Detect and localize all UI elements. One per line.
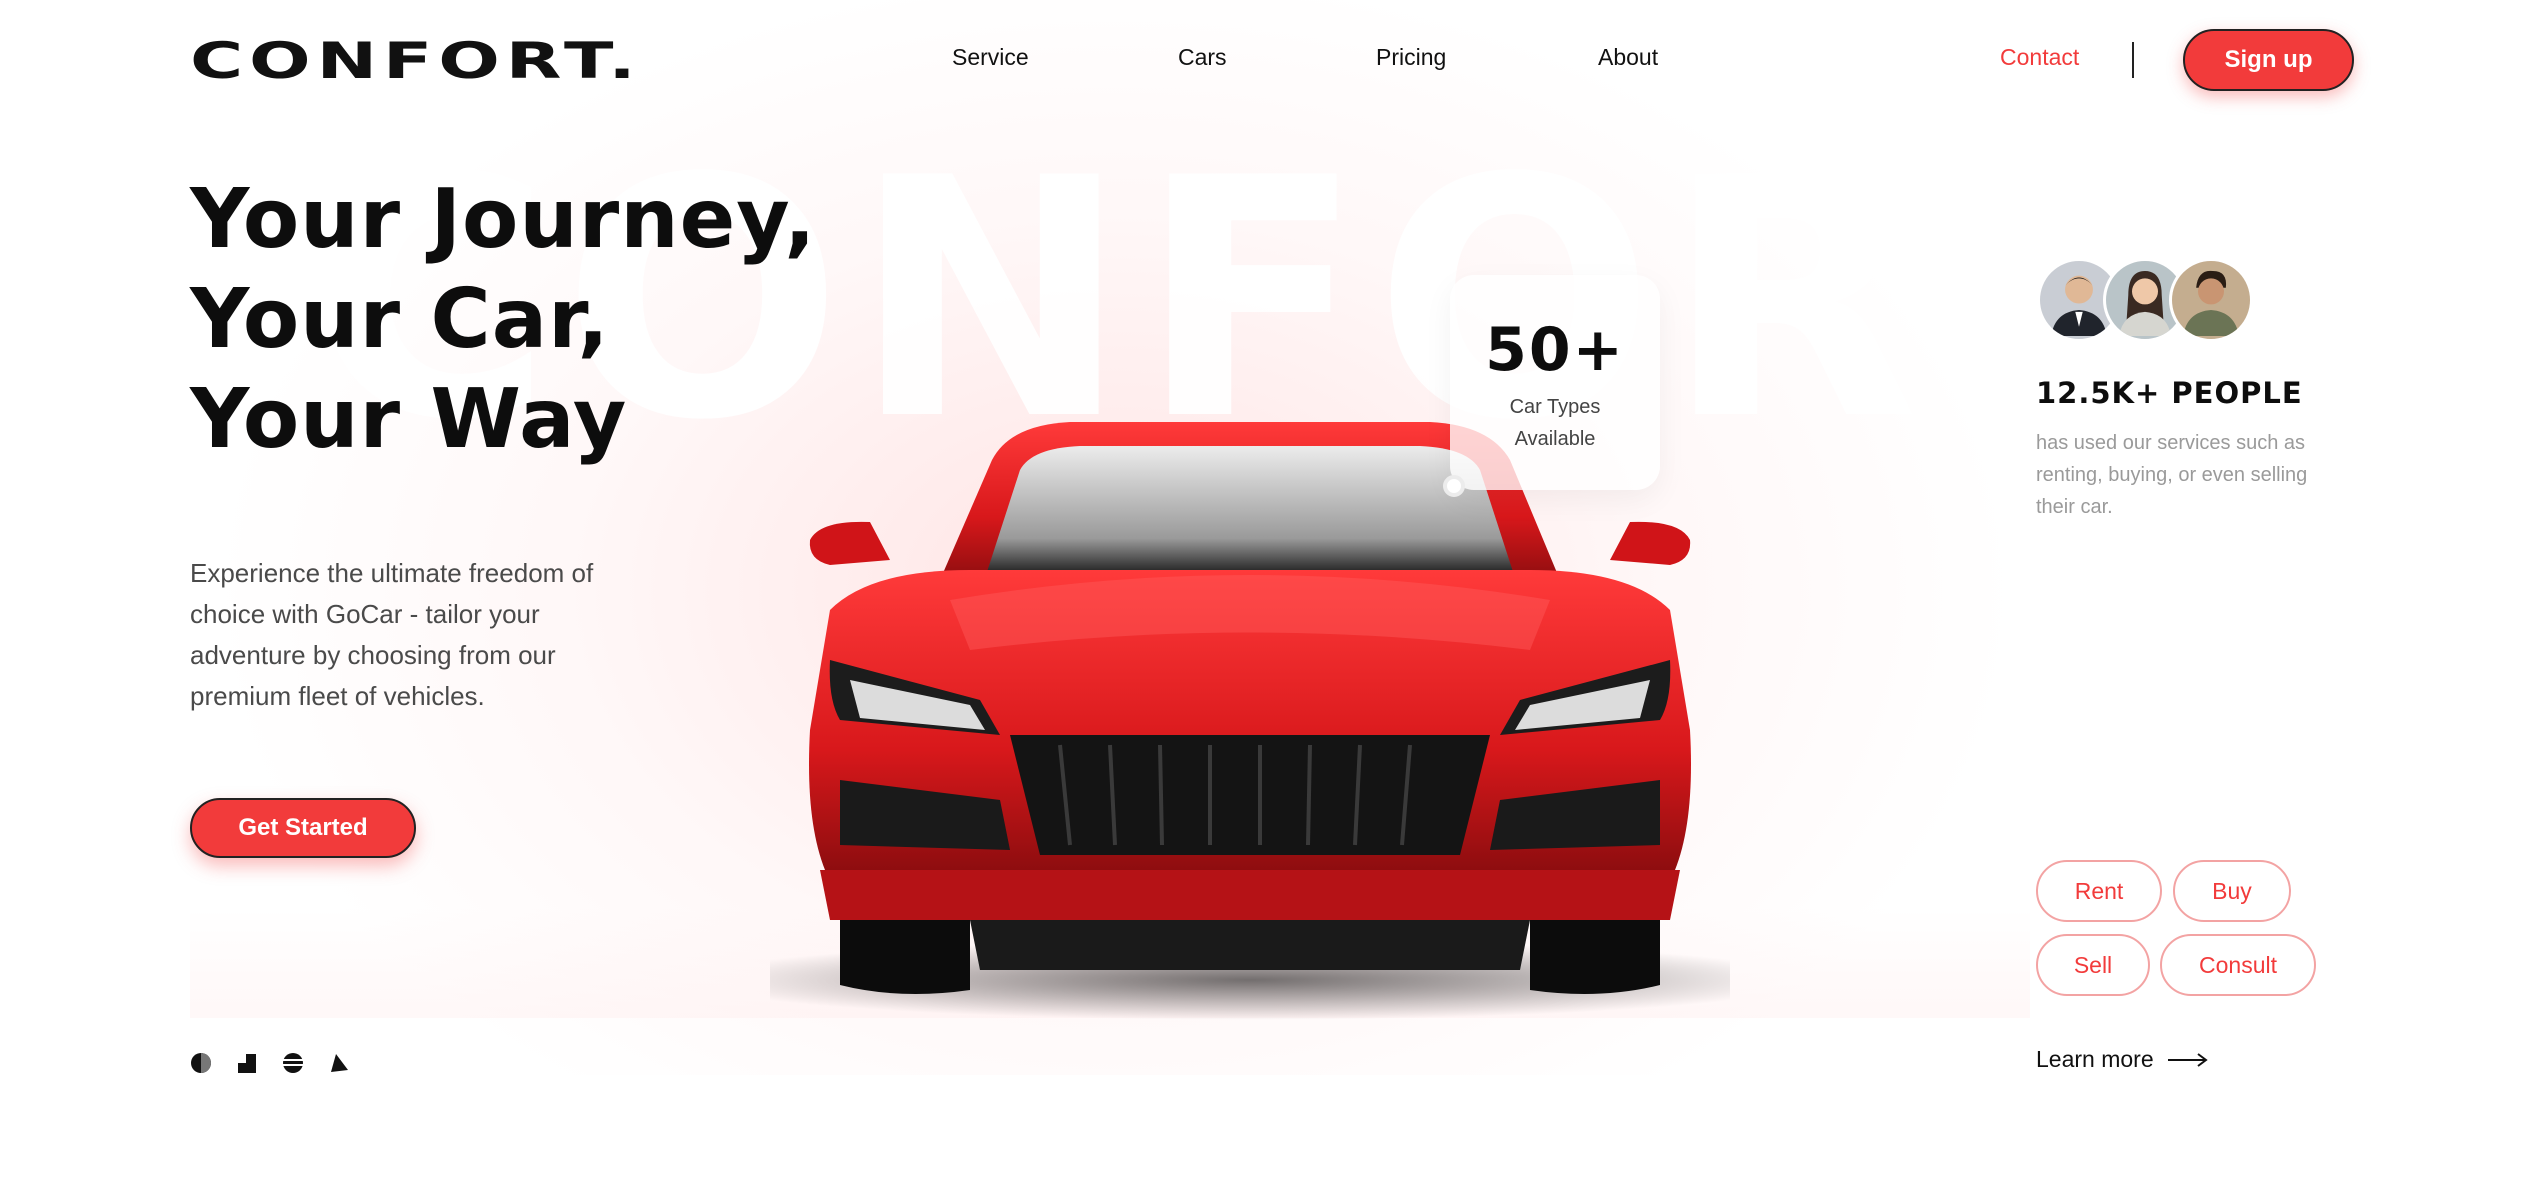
- people-count: 12.5K+ PEOPLE: [2036, 376, 2303, 410]
- learn-more-link[interactable]: Learn more: [2036, 1046, 2208, 1073]
- avatar: [2169, 258, 2253, 342]
- partner-icons: [190, 1052, 350, 1074]
- consult-tag[interactable]: Consult: [2160, 934, 2316, 996]
- headline-line-2: Your Car,: [190, 272, 610, 367]
- people-description: has used our services such as renting, b…: [2036, 432, 2308, 518]
- car-types-count: 50+: [1485, 315, 1625, 385]
- nav-about[interactable]: About: [1598, 44, 1658, 71]
- hero-car-image: [690, 400, 1810, 1020]
- steps-icon: [236, 1052, 258, 1074]
- learn-more-label: Learn more: [2036, 1046, 2154, 1072]
- get-started-button[interactable]: Get Started: [190, 798, 416, 858]
- nav-divider: [2132, 42, 2134, 78]
- sell-tag[interactable]: Sell: [2036, 934, 2150, 996]
- circle-half-icon: [190, 1052, 212, 1074]
- headline-line-1: Your Journey,: [190, 172, 817, 267]
- arrow-right-icon: [2167, 1046, 2208, 1073]
- user-avatars: [2037, 258, 2253, 342]
- nav-contact[interactable]: Contact: [2000, 44, 2079, 71]
- hero-description: Experience the ultimate freedom of choic…: [190, 558, 594, 711]
- signup-button[interactable]: Sign up: [2183, 29, 2354, 91]
- logo[interactable]: CONFORT.: [190, 32, 642, 90]
- car-types-card: 50+ Car Types Available: [1450, 275, 1660, 490]
- headline-line-3: Your Way: [190, 372, 628, 467]
- rent-tag[interactable]: Rent: [2036, 860, 2162, 922]
- buy-tag[interactable]: Buy: [2173, 860, 2291, 922]
- nav-pricing[interactable]: Pricing: [1376, 44, 1446, 71]
- car-types-label-2: Available: [1514, 428, 1596, 450]
- hero-headline: Your Journey, Your Car, Your Way: [190, 170, 816, 470]
- car-types-label-1: Car Types: [1509, 396, 1601, 418]
- leaf-mark-icon: [328, 1052, 350, 1074]
- stripe-globe-icon: [282, 1052, 304, 1074]
- nav-service[interactable]: Service: [952, 44, 1029, 71]
- nav-cars[interactable]: Cars: [1178, 44, 1227, 71]
- hotspot-dot[interactable]: [1443, 475, 1465, 497]
